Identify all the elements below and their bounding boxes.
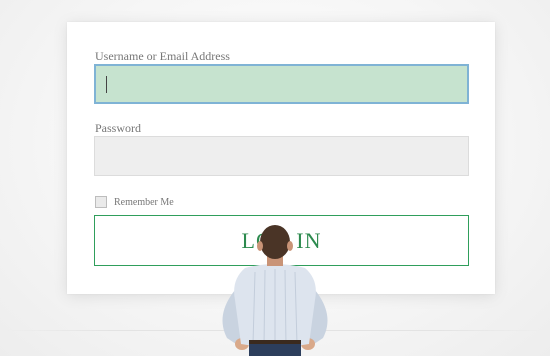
remember-me-checkbox[interactable] <box>95 196 107 208</box>
jeans <box>249 342 301 356</box>
remember-me-label: Remember Me <box>114 196 174 208</box>
person-illustration <box>222 225 328 356</box>
belt <box>249 340 301 344</box>
username-label: Username or Email Address <box>95 49 230 63</box>
text-caret <box>106 76 107 93</box>
remember-me-row[interactable]: Remember Me <box>95 196 174 208</box>
right-ear <box>287 241 293 251</box>
password-label: Password <box>95 121 142 135</box>
head <box>260 225 290 259</box>
password-input[interactable] <box>94 136 469 176</box>
username-input[interactable] <box>94 64 469 104</box>
left-ear <box>257 241 263 251</box>
